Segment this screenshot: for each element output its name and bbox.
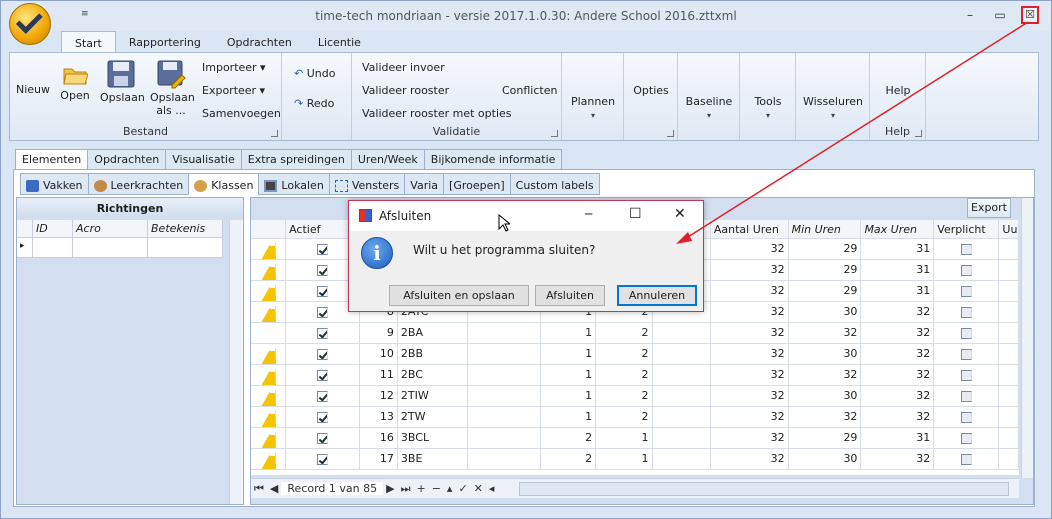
annotation-overlay xyxy=(676,21,1029,244)
mouse-cursor-icon xyxy=(498,214,510,232)
logo-check-icon xyxy=(15,7,43,34)
annotation-arrow xyxy=(679,21,1029,243)
annotation-arrowhead xyxy=(676,232,692,244)
app-logo[interactable] xyxy=(9,3,51,45)
